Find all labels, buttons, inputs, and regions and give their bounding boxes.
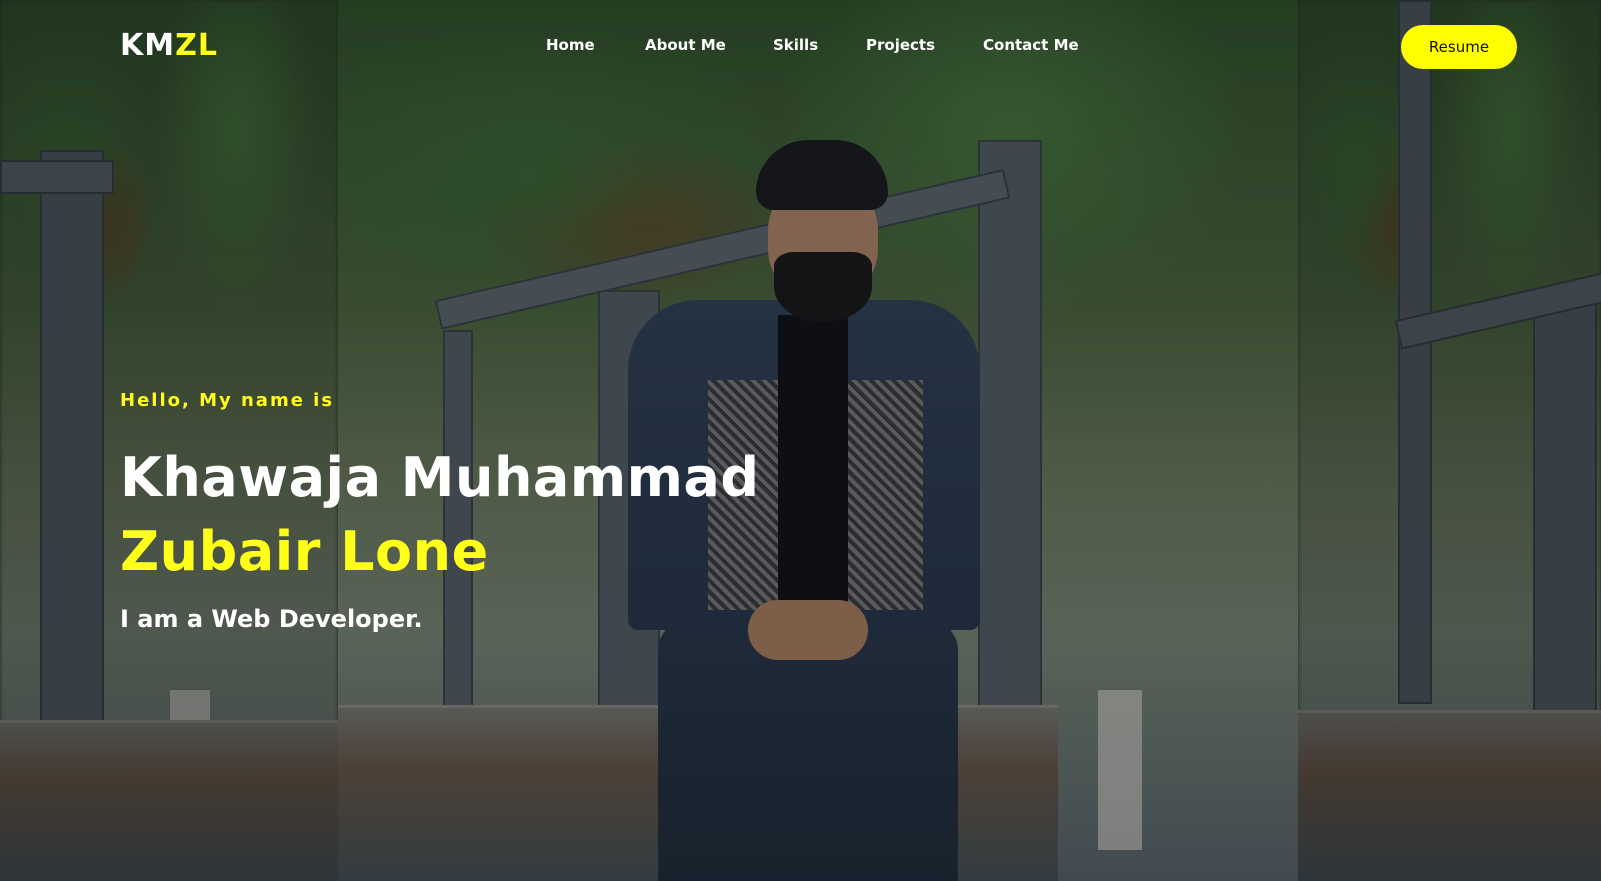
site-logo[interactable]: KMZL	[120, 28, 218, 63]
hero-tagline: I am a Web Developer.	[120, 605, 423, 633]
hero-name-first: Khawaja Muhammad	[120, 446, 760, 509]
hero-greeting: Hello, My name is	[120, 390, 335, 411]
hero-intro: Hello, My name is Khawaja Muhammad Zubai…	[120, 390, 760, 633]
logo-part-1: KM	[120, 28, 176, 63]
nav-link-projects[interactable]: Projects	[866, 36, 983, 54]
nav-link-about-me[interactable]: About Me	[645, 36, 773, 54]
nav-link-home[interactable]: Home	[546, 36, 645, 54]
navbar: KMZL Home About Me Skills Projects Conta…	[0, 0, 1601, 96]
nav-link-contact-me[interactable]: Contact Me	[983, 36, 1079, 54]
logo-part-2: ZL	[175, 28, 218, 63]
hero-name-last: Zubair Lone	[120, 520, 489, 583]
nav-links: Home About Me Skills Projects Contact Me	[546, 36, 1079, 54]
nav-link-skills[interactable]: Skills	[773, 36, 866, 54]
background-right-panel	[1298, 0, 1601, 881]
resume-button[interactable]: Resume	[1401, 25, 1517, 69]
